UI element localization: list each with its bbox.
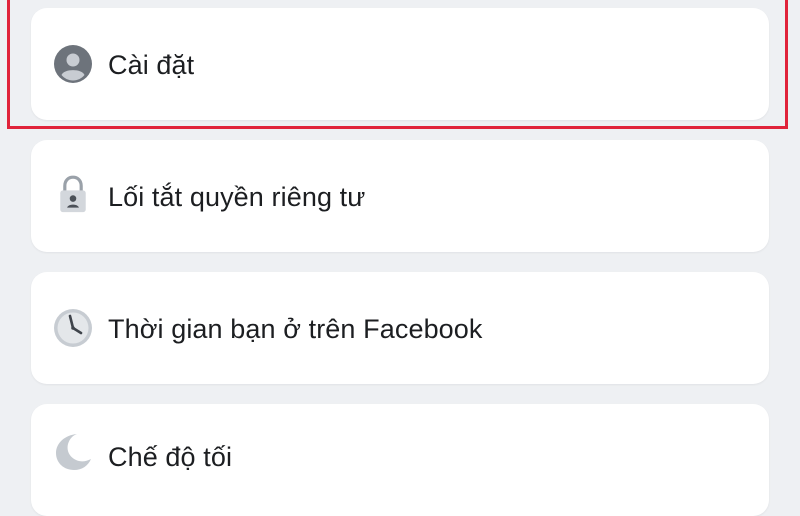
moon-icon (56, 434, 91, 470)
menu-item-dark-mode[interactable]: Chế độ tối (31, 404, 769, 516)
menu-item-label: Thời gian bạn ở trên Facebook (108, 314, 483, 344)
menu-item-privacy-shortcuts[interactable]: Lối tắt quyền riêng tư (31, 140, 769, 252)
menu-item-time-on-facebook[interactable]: Thời gian bạn ở trên Facebook (31, 272, 769, 384)
menu-item-settings[interactable]: Cài đặt (31, 8, 769, 120)
menu-item-label: Chế độ tối (108, 442, 233, 472)
settings-menu: Cài đặt Lối tắt quyền riêng tư Thời gian… (0, 0, 800, 516)
user-circle-icon (54, 45, 92, 83)
clock-icon (54, 309, 92, 347)
menu-item-label: Cài đặt (108, 50, 195, 80)
menu-item-label: Lối tắt quyền riêng tư (108, 182, 366, 212)
lock-icon (60, 175, 86, 213)
